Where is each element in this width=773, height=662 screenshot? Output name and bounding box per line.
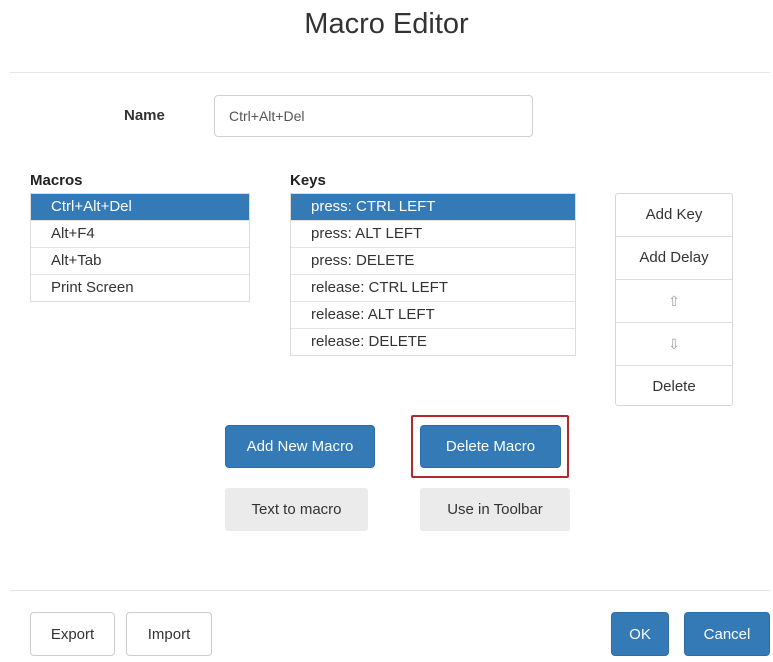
header-divider <box>10 72 770 73</box>
use-in-toolbar-button[interactable]: Use in Toolbar <box>420 488 570 531</box>
cancel-button[interactable]: Cancel <box>684 612 770 656</box>
add-delay-button[interactable]: Add Delay <box>616 237 732 280</box>
text-to-macro-button[interactable]: Text to macro <box>225 488 368 531</box>
macro-item[interactable]: Ctrl+Alt+Del <box>31 194 249 221</box>
key-item[interactable]: press: CTRL LEFT <box>291 194 575 221</box>
key-actions-group: Add Key Add Delay ⇧ ⇩ Delete <box>615 193 733 406</box>
add-new-macro-button[interactable]: Add New Macro <box>225 425 375 468</box>
keys-list-title: Keys <box>290 172 326 189</box>
delete-macro-button[interactable]: Delete Macro <box>420 425 561 468</box>
key-item[interactable]: release: ALT LEFT <box>291 302 575 329</box>
import-button[interactable]: Import <box>126 612 212 656</box>
arrow-down-icon: ⇩ <box>668 336 680 352</box>
ok-button[interactable]: OK <box>611 612 669 656</box>
key-item[interactable]: release: CTRL LEFT <box>291 275 575 302</box>
macros-list[interactable]: Ctrl+Alt+Del Alt+F4 Alt+Tab Print Screen <box>30 193 250 302</box>
macros-list-title: Macros <box>30 172 83 189</box>
arrow-up-icon: ⇧ <box>668 293 680 309</box>
name-label: Name <box>124 107 165 124</box>
macro-item[interactable]: Alt+F4 <box>31 221 249 248</box>
keys-list[interactable]: press: CTRL LEFT press: ALT LEFT press: … <box>290 193 576 356</box>
export-button[interactable]: Export <box>30 612 115 656</box>
footer-divider <box>10 590 770 591</box>
macro-name-input[interactable] <box>214 95 533 137</box>
key-item[interactable]: release: DELETE <box>291 329 575 355</box>
key-item[interactable]: press: ALT LEFT <box>291 221 575 248</box>
add-key-button[interactable]: Add Key <box>616 194 732 237</box>
dialog-title: Macro Editor <box>304 8 469 40</box>
macro-item[interactable]: Print Screen <box>31 275 249 301</box>
delete-key-button[interactable]: Delete <box>616 366 732 408</box>
move-up-button[interactable]: ⇧ <box>616 280 732 323</box>
move-down-button[interactable]: ⇩ <box>616 323 732 366</box>
macro-item[interactable]: Alt+Tab <box>31 248 249 275</box>
key-item[interactable]: press: DELETE <box>291 248 575 275</box>
